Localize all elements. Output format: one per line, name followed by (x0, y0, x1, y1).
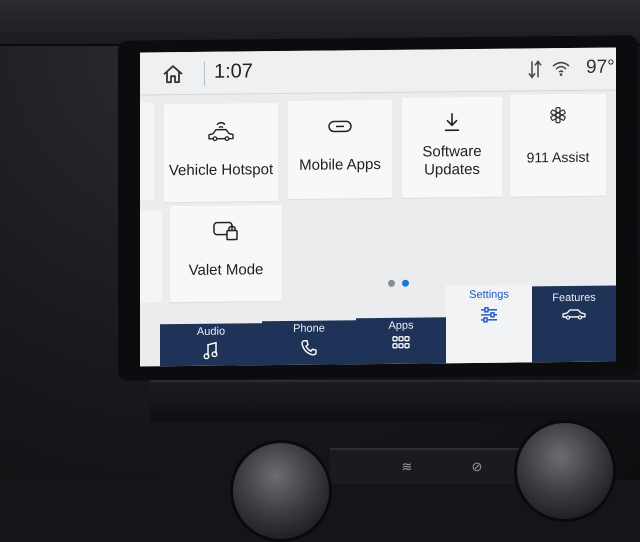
nav-apps[interactable]: Apps (356, 317, 447, 364)
data-transfer-icon (528, 58, 542, 80)
vehicle-icon (562, 308, 586, 320)
tile-vehicle-hotspot[interactable]: Vehicle Hotspot (164, 103, 278, 202)
nav-label: Audio (160, 325, 262, 338)
status-bar: 1:07 97° (140, 48, 616, 96)
ac-off-icon[interactable]: ⊘ (460, 456, 494, 478)
tile-partial-edge (140, 102, 154, 200)
outside-temperature: 97° (586, 57, 615, 79)
volume-knob[interactable] (230, 440, 332, 542)
tile-mobile-apps[interactable]: Mobile Apps (288, 100, 392, 199)
climate-control-strip: ≋ ⊘ (330, 448, 530, 484)
tile-label: Software Updates (402, 143, 502, 180)
bottom-nav: Audio Phone Apps (140, 310, 616, 367)
download-icon (442, 111, 462, 133)
tile-label: Mobile Apps (288, 156, 392, 175)
valet-lock-icon (212, 219, 240, 241)
dashboard: 1:07 97° Vehicle Hotspot (0, 0, 640, 480)
star-of-life-icon (549, 106, 567, 124)
nav-audio[interactable]: Audio (160, 323, 263, 366)
nav-features[interactable]: Features (532, 285, 616, 362)
wifi-icon (552, 60, 570, 76)
nav-label: Phone (262, 322, 356, 335)
dashboard-lower-trim (150, 380, 640, 422)
infotainment-screen: 1:07 97° Vehicle Hotspot (140, 48, 616, 367)
link-icon (327, 118, 353, 134)
defrost-icon[interactable]: ≋ (390, 456, 424, 478)
settings-sliders-icon (480, 307, 498, 323)
status-divider (204, 62, 205, 86)
clock: 1:07 (214, 60, 253, 83)
phone-icon (300, 339, 318, 357)
tile-911-assist[interactable]: 911 Assist (510, 94, 606, 197)
nav-settings[interactable]: Settings (446, 284, 532, 365)
nav-label: Features (532, 292, 616, 305)
nav-phone[interactable]: Phone (262, 320, 357, 365)
home-icon[interactable] (162, 64, 184, 84)
tile-label: Vehicle Hotspot (164, 161, 278, 180)
tile-software-updates[interactable]: Software Updates (402, 97, 502, 198)
page-dot-active[interactable] (402, 280, 409, 287)
music-note-icon (203, 342, 219, 360)
nav-label: Settings (446, 288, 532, 301)
tile-valet-mode[interactable]: Valet Mode (170, 205, 282, 302)
apps-grid-icon (392, 336, 410, 350)
car-wifi-icon (206, 119, 236, 141)
tile-label: Valet Mode (170, 261, 282, 280)
page-dot[interactable] (388, 280, 395, 287)
tile-label: 911 Assist (510, 148, 606, 167)
nav-label: Apps (356, 319, 446, 332)
tile-partial-edge (140, 210, 162, 302)
tune-knob[interactable] (514, 420, 616, 522)
